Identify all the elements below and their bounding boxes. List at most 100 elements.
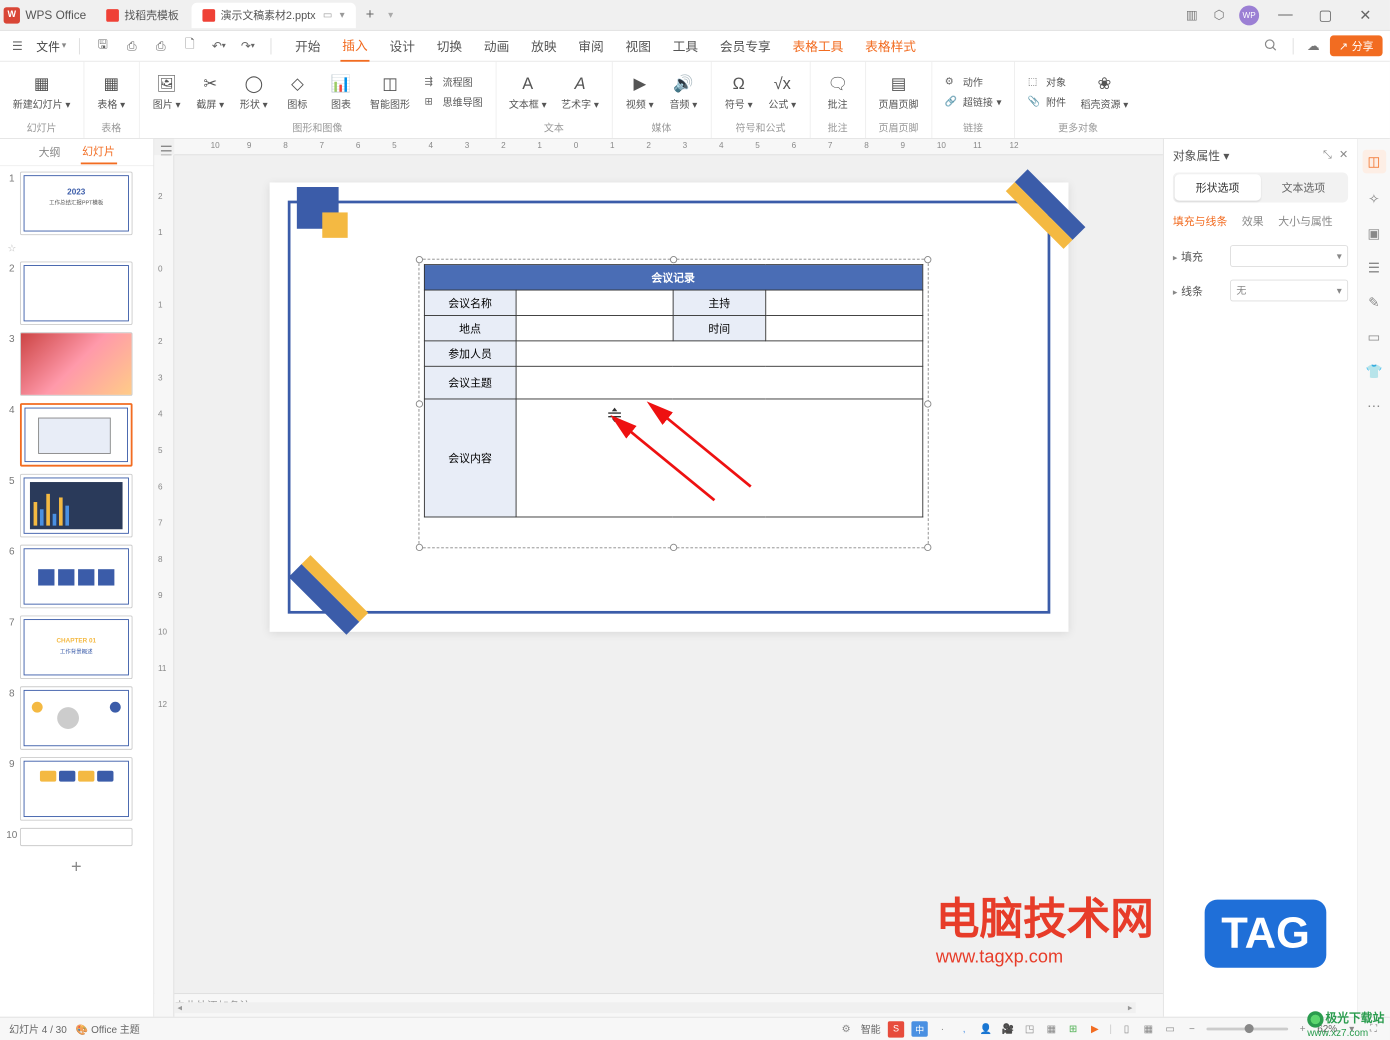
play-icon[interactable]: ▶ [1088, 1022, 1103, 1037]
thumbnail-3[interactable]: 3 [4, 332, 150, 396]
outline-tab[interactable]: 大纲 [37, 141, 62, 164]
side-style-icon[interactable]: ◫ [1362, 150, 1386, 174]
person-icon[interactable]: 👤 [979, 1022, 994, 1037]
fit-window-icon[interactable]: ⛶ [1366, 1022, 1381, 1037]
side-more-icon[interactable]: ⋯ [1365, 397, 1383, 415]
seg-shape-options[interactable]: 形状选项 [1175, 174, 1261, 200]
zoom-dropdown-icon[interactable]: ▾ [1344, 1022, 1359, 1037]
tab-add-dropdown-icon[interactable]: ▾ [388, 9, 393, 21]
save-icon[interactable]: 🖫 [93, 36, 113, 56]
label-topic[interactable]: 会议主题 [424, 366, 516, 399]
ime-badge-icon[interactable]: S [888, 1021, 904, 1037]
action-button[interactable]: ⚙动作 [941, 73, 1005, 91]
rtab-slideshow[interactable]: 放映 [529, 31, 558, 60]
resource-button[interactable]: ❀稻壳资源 ▾ [1077, 71, 1132, 113]
comment-status-icon[interactable]: , [957, 1022, 972, 1037]
reading-view-icon[interactable]: ▭ [1163, 1022, 1178, 1037]
slides-tab[interactable]: 幻灯片 [80, 140, 116, 165]
wordart-button[interactable]: A艺术字 ▾ [558, 71, 603, 113]
chevron-right-icon[interactable]: ▸ [1173, 253, 1178, 263]
zoom-in-icon[interactable]: + [1295, 1022, 1310, 1037]
theme-indicator[interactable]: 🎨 Office 主题 [76, 1022, 140, 1037]
rtab-transition[interactable]: 切换 [435, 31, 464, 60]
scroll-left-icon[interactable]: ◂ [174, 1002, 185, 1013]
cell-meeting-name[interactable] [516, 290, 673, 315]
tab-menu-icon[interactable]: ▭ [323, 9, 332, 21]
rtab-start[interactable]: 开始 [293, 31, 322, 60]
rtab-animation[interactable]: 动画 [482, 31, 511, 60]
lang-indicator[interactable]: 中 [912, 1021, 928, 1036]
tab-templates[interactable]: 找稻壳模板 [95, 2, 189, 27]
symbol-button[interactable]: Ω符号 ▾ [721, 71, 757, 113]
line-select[interactable]: 无▾ [1230, 280, 1348, 302]
seg-text-options[interactable]: 文本选项 [1260, 174, 1346, 200]
smartart-button[interactable]: ◫智能图形 [366, 71, 413, 113]
minimize-button[interactable]: — [1272, 4, 1299, 26]
maximize-button[interactable]: ▢ [1312, 4, 1339, 26]
audio-button[interactable]: 🔊音频 ▾ [665, 71, 701, 113]
smart-assist-icon[interactable]: ⚙ [839, 1022, 854, 1037]
label-content[interactable]: 会议内容 [424, 399, 516, 517]
ruler-horizontal[interactable]: 10 9 8 7 6 5 4 3 2 1 0 1 2 3 4 5 6 7 8 9… [174, 139, 1163, 155]
zoom-out-icon[interactable]: − [1185, 1022, 1200, 1037]
rtab-view[interactable]: 视图 [624, 31, 653, 60]
comment-button[interactable]: 🗨批注 [820, 71, 856, 113]
cube-icon[interactable]: ⬡ [1212, 8, 1227, 23]
subtab-effect[interactable]: 效果 [1242, 213, 1264, 232]
textbox-button[interactable]: A文本框 ▾ [505, 71, 550, 113]
cell-host[interactable] [765, 290, 922, 315]
grid-icon[interactable]: ▦ [1044, 1022, 1059, 1037]
rtab-review[interactable]: 审阅 [576, 31, 605, 60]
tab-dropdown-icon[interactable]: ▾ [340, 9, 345, 21]
print-icon[interactable]: ⎙ [151, 36, 171, 56]
meeting-table[interactable]: 会议记录 会议名称 主持 地点 时间 参加人员 [423, 264, 922, 517]
thumbnail-5[interactable]: 5 [4, 474, 150, 538]
thumbnail-4[interactable]: 4 [4, 403, 150, 467]
insert-chart-button[interactable]: 📊图表 [323, 71, 359, 113]
thumbnail-8[interactable]: 8 [4, 686, 150, 750]
fill-select[interactable]: ▾ [1230, 245, 1348, 267]
scroll-right-icon[interactable]: ▸ [1125, 1002, 1136, 1013]
close-button[interactable]: ✕ [1352, 4, 1379, 26]
label-location[interactable]: 地点 [424, 315, 516, 340]
ruler-vertical[interactable]: 2 1 0 1 2 3 4 5 6 7 8 9 10 11 12 [154, 155, 174, 1017]
zoom-slider[interactable] [1206, 1028, 1288, 1031]
redo-button[interactable]: ↷▾ [238, 36, 258, 56]
search-icon[interactable] [1264, 38, 1280, 54]
thumbnail-7[interactable]: 7CHAPTER 01工作背景概述 [4, 615, 150, 679]
side-tshirt-icon[interactable]: 👕 [1365, 362, 1383, 380]
rtab-tools[interactable]: 工具 [671, 31, 700, 60]
screenshot-button[interactable]: ✂截屏 ▾ [192, 71, 228, 113]
pin-icon[interactable]: ⤡ [1323, 148, 1332, 162]
add-slide-button[interactable]: + [20, 853, 133, 880]
formula-button[interactable]: √x公式 ▾ [764, 71, 800, 113]
star-icon[interactable]: ☆ [4, 242, 20, 254]
chevron-right-icon[interactable]: ▸ [1173, 287, 1178, 297]
subtab-size[interactable]: 大小与属性 [1278, 213, 1332, 232]
user-avatar[interactable]: WP [1239, 5, 1259, 25]
file-menu[interactable]: 文件▾ [36, 37, 66, 54]
notes-icon[interactable]: ◳ [1022, 1022, 1037, 1037]
cell-content[interactable] [516, 399, 922, 517]
header-footer-button[interactable]: ▤页眉页脚 [875, 71, 922, 113]
insert-icon-button[interactable]: ◇图标 [279, 71, 315, 113]
rtab-tabletools[interactable]: 表格工具 [791, 31, 845, 60]
label-meeting-name[interactable]: 会议名称 [424, 290, 516, 315]
thumbnail-2[interactable]: 2 [4, 261, 150, 325]
cell-location[interactable] [516, 315, 673, 340]
sorter-view-icon[interactable]: ▦ [1141, 1022, 1156, 1037]
record-icon[interactable]: 🎥 [1000, 1022, 1015, 1037]
smart-label[interactable]: 智能 [861, 1022, 881, 1037]
insert-table-button[interactable]: ▦ 表格 ▾ [93, 71, 129, 113]
rtab-insert[interactable]: 插入 [340, 30, 369, 61]
thumbnail-10[interactable]: 10 [4, 828, 150, 846]
side-map-icon[interactable]: ▭ [1365, 328, 1383, 346]
normal-view-icon[interactable]: ▯ [1119, 1022, 1134, 1037]
hamburger-icon[interactable]: ☰ [7, 36, 27, 56]
tab-document[interactable]: 演示文稿素材2.pptx ▭ ▾ [192, 2, 356, 27]
mindmap-button[interactable]: ⊞思维导图 [421, 93, 486, 111]
app-store-icon[interactable]: ▥ [1185, 8, 1200, 23]
print-preview-icon[interactable]: 🗋 [180, 36, 200, 56]
rtab-tablestyle[interactable]: 表格样式 [863, 31, 917, 60]
thumbnail-6[interactable]: 6 [4, 545, 150, 609]
